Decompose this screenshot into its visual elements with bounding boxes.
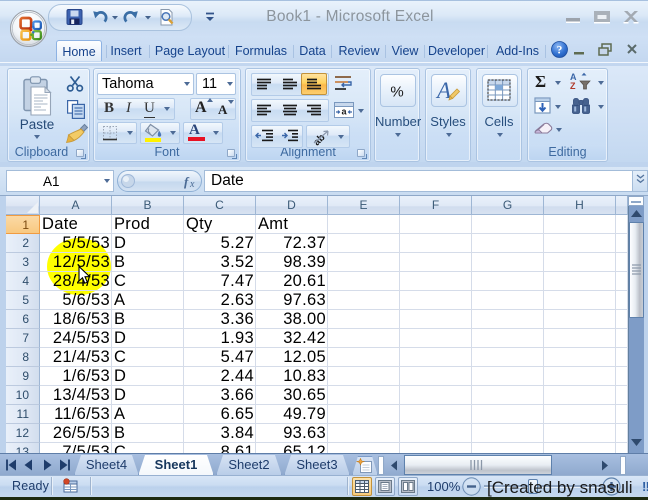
svg-text:%: % xyxy=(390,84,403,101)
svg-text:?: ? xyxy=(557,45,563,57)
svg-text:Z: Z xyxy=(570,81,576,91)
svg-text:ab: ab xyxy=(312,132,328,147)
svg-text:x: x xyxy=(189,179,195,190)
